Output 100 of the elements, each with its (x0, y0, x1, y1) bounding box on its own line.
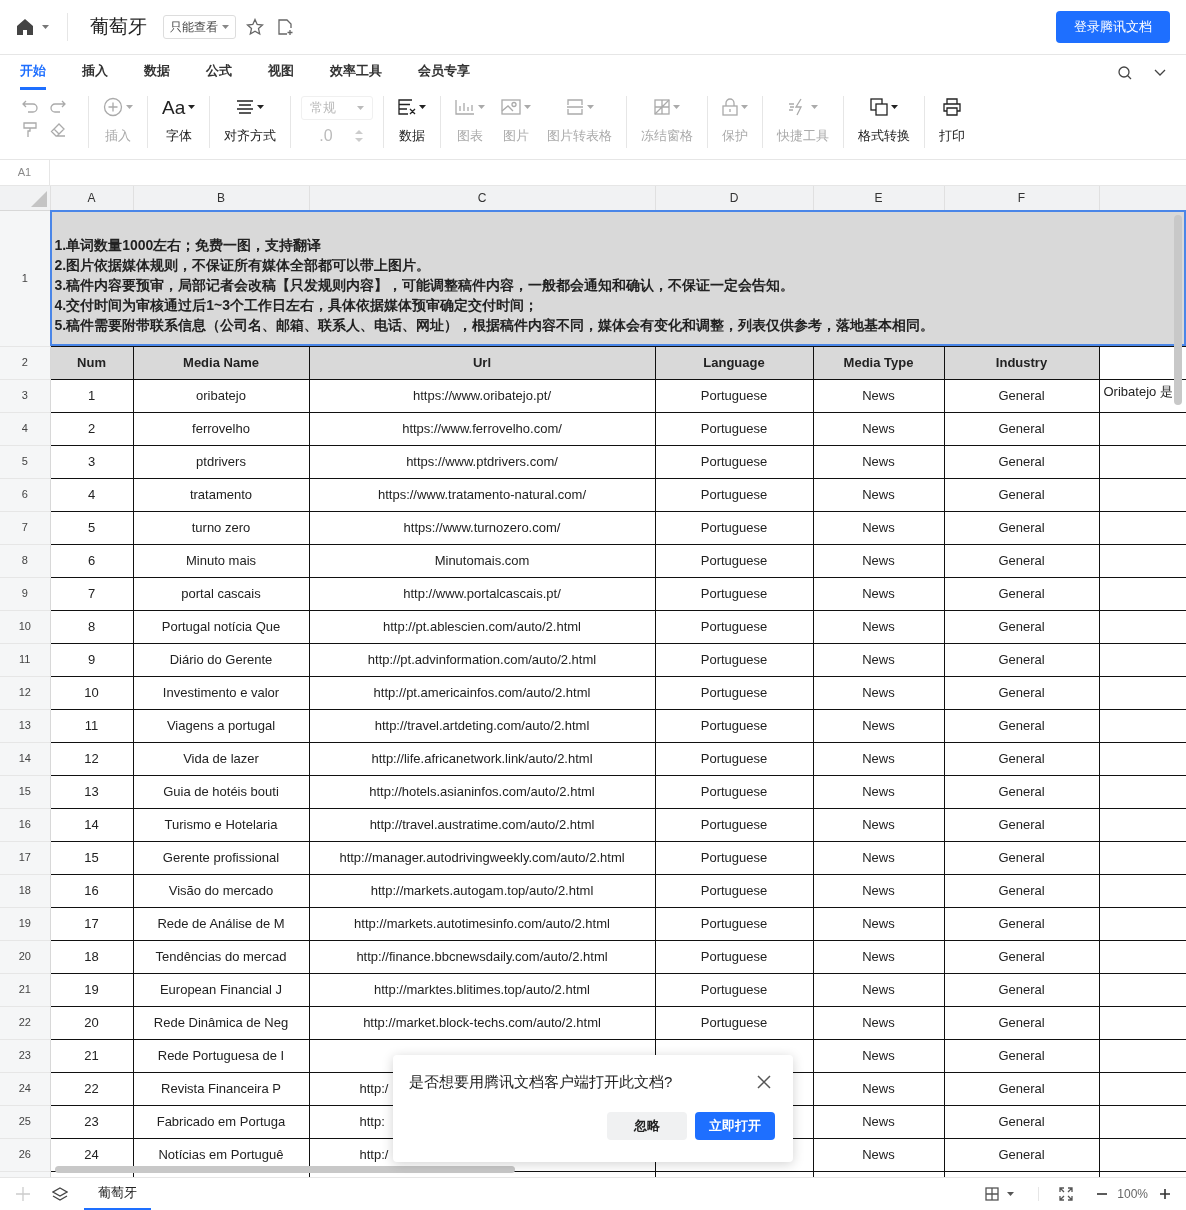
menu-tab[interactable]: 效率工具 (330, 55, 382, 90)
sheet-tab[interactable]: 葡萄牙 (84, 1178, 151, 1210)
menu-tab[interactable]: 公式 (206, 55, 232, 90)
table-cell: 17 (50, 907, 133, 940)
column-header[interactable]: F (944, 186, 1099, 210)
table-cell: News (813, 511, 944, 544)
row-number: 16 (0, 808, 50, 841)
table-cell: News (813, 643, 944, 676)
toolbar-button[interactable]: 对齐方式 (220, 96, 281, 146)
table-cell: 18 (50, 940, 133, 973)
close-icon[interactable] (757, 1075, 771, 1090)
row-number: 4 (0, 412, 50, 445)
table-cell: Rede Portuguesa de I (133, 1039, 309, 1072)
caret-icon (1007, 1192, 1015, 1196)
table-cell: Revista Financeira P (133, 1072, 309, 1105)
new-document-icon[interactable] (276, 18, 294, 36)
column-header[interactable]: C (309, 186, 655, 210)
table-cell: https://www.tratamento-natural.com/ (309, 478, 655, 511)
decimal-format: .0 (319, 125, 333, 146)
table-cell: News (813, 709, 944, 742)
toolbar-button[interactable]: Aa 字体 (158, 96, 200, 146)
table-cell: 1 (50, 379, 133, 412)
table-cell: http://pt.ablescien.com/auto/2.html (309, 610, 655, 643)
scrollbar-thumb[interactable] (55, 1166, 515, 1173)
home-icon[interactable] (16, 18, 34, 36)
column-header[interactable]: A (50, 186, 133, 210)
table-cell: News (813, 1039, 944, 1072)
table-cell: 5 (50, 511, 133, 544)
table-cell: 16 (50, 874, 133, 907)
note-line: 3.稿件内容要预审，局部记者会改稿【只发规则内容】，可能调整稿件内容，一般都会通知和确认，不保证一定会告知。 (54, 276, 796, 295)
table-cell: News (813, 478, 944, 511)
caret-icon (419, 105, 427, 109)
table-cell: Turismo e Hotelaria (133, 808, 309, 841)
table-cell: Portuguese (655, 907, 813, 940)
star-icon[interactable] (246, 18, 264, 36)
column-header[interactable]: D (655, 186, 813, 210)
open-button[interactable]: 立即打开 (695, 1111, 775, 1140)
table-cell: Tendências do mercad (133, 940, 309, 973)
table-cell: Gerente profissional (133, 841, 309, 874)
table-cell: https://www.ptdrivers.com/ (309, 445, 655, 478)
chevron-down-icon[interactable] (1154, 68, 1166, 77)
table-cell: News (813, 973, 944, 1006)
toolbar-button[interactable]: 数据 (394, 96, 431, 146)
table-cell: https://www.turnozero.com/ (309, 511, 655, 544)
bar-chart-icon (455, 99, 476, 115)
table-cell: 20 (50, 1006, 133, 1039)
table-cell: 15 (50, 841, 133, 874)
table-cell: News (813, 1072, 944, 1105)
table-cell: Rede Dinâmica de Neg (133, 1006, 309, 1039)
menu-tab[interactable]: 数据 (144, 55, 170, 90)
image-table-icon (565, 98, 584, 116)
caret-icon (586, 105, 594, 109)
table-cell: News (813, 874, 944, 907)
table-cell: 21 (50, 1039, 133, 1072)
permission-dropdown[interactable]: 只能查看 (163, 15, 236, 39)
table-cell: https://www.ferrovelho.com/ (309, 412, 655, 445)
caret-icon (222, 25, 229, 29)
row-number: 17 (0, 841, 50, 874)
table-cell: 12 (50, 742, 133, 775)
row-number: 9 (0, 577, 50, 610)
note-line: 4.交付时间为审核通过后1~3个工作日左右，具体依据媒体预审确定交付时间； (54, 296, 539, 315)
column-title: Url (309, 346, 655, 379)
toolbar-button[interactable]: 打印 (935, 96, 970, 146)
menu-tab[interactable]: 开始 (20, 55, 46, 90)
image-icon (501, 99, 522, 115)
copy-icon (870, 98, 889, 116)
search-icon[interactable] (1118, 65, 1132, 80)
toolbar-button[interactable]: 格式转换 (854, 96, 915, 146)
note-line: 5.稿件需要附带联系信息（公司名、邮箱、联系人、电话、网址），根据稿件内容不同，媒体会有变化和调整，列表仅供参考，落地基本相同。 (54, 316, 936, 335)
layers-icon[interactable] (52, 1187, 68, 1201)
table-cell: http://markets.autogam.top/auto/2.html (309, 874, 655, 907)
table-cell: General (944, 709, 1099, 742)
row-number: 6 (0, 478, 50, 511)
menu-tab[interactable]: 会员专享 (418, 55, 470, 90)
caret-icon (524, 105, 532, 109)
row-number: 13 (0, 709, 50, 742)
ignore-button[interactable]: 忽略 (607, 1111, 687, 1140)
table-cell: General (944, 775, 1099, 808)
column-title: Language (655, 346, 813, 379)
table-cell: News (813, 379, 944, 412)
login-button[interactable]: 登录腾讯文档 (1056, 11, 1170, 43)
table-cell: News (813, 841, 944, 874)
table-cell: 13 (50, 775, 133, 808)
fullscreen-icon[interactable] (1059, 1187, 1074, 1201)
table-cell: http://travel.austratime.com/auto/2.html (309, 808, 655, 841)
table-cell: Portuguese (655, 511, 813, 544)
table-cell: General (944, 742, 1099, 775)
row-number: 1 (0, 210, 50, 346)
column-header[interactable]: E (813, 186, 944, 210)
column-header[interactable]: B (133, 186, 309, 210)
table-cell: News (813, 676, 944, 709)
table-cell: News (813, 544, 944, 577)
table-cell: News (813, 742, 944, 775)
zoom-in-icon[interactable] (1160, 1189, 1170, 1199)
menu-tab[interactable]: 插入 (82, 55, 108, 90)
table-cell: News (813, 775, 944, 808)
scrollbar-thumb[interactable] (1174, 215, 1182, 405)
grid-view-icon[interactable] (985, 1187, 1000, 1201)
menu-tab[interactable]: 视图 (268, 55, 294, 90)
table-cell: News (813, 577, 944, 610)
